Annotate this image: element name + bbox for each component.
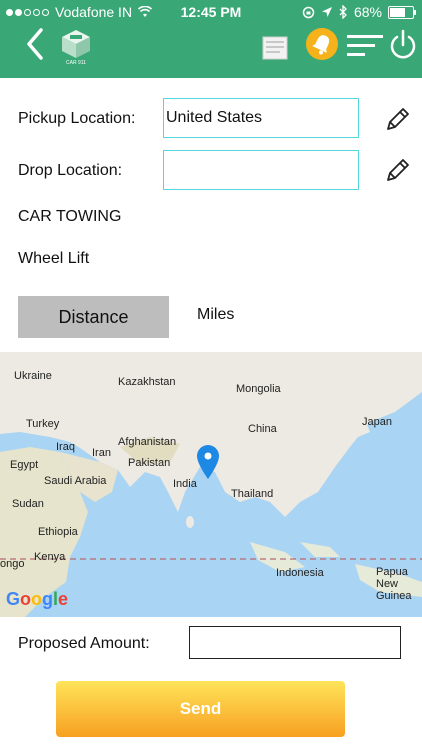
drop-label: Drop Location: xyxy=(18,162,123,179)
nav-bar: CAR 911 xyxy=(0,24,422,78)
map-label-sudan: Sudan xyxy=(12,498,44,510)
menu-lines-icon[interactable] xyxy=(347,32,383,60)
rotation-lock-icon xyxy=(302,6,315,18)
map-label-thailand: Thailand xyxy=(231,488,274,500)
map-label-congo: ongo xyxy=(0,558,25,570)
power-icon[interactable] xyxy=(388,28,418,64)
map-label-afghanistan: Afghanistan xyxy=(118,436,177,448)
map-label-mongolia: Mongolia xyxy=(236,383,281,395)
pickup-location-field[interactable]: United States xyxy=(163,98,359,138)
proposed-amount-label: Proposed Amount: xyxy=(18,635,150,652)
logo-icon xyxy=(62,30,90,58)
back-chevron-icon[interactable] xyxy=(20,24,50,68)
pickup-label: Pickup Location: xyxy=(18,110,136,127)
service-type: CAR TOWING xyxy=(18,208,122,225)
map-label-egypt: Egypt xyxy=(10,459,39,471)
map-label-turkey: Turkey xyxy=(26,418,60,430)
edit-drop-pencil-icon[interactable] xyxy=(384,156,412,184)
map-label-kazakhstan: Kazakhstan xyxy=(118,376,176,388)
status-right: 68% xyxy=(302,4,416,20)
map-label-papua-new-guinea: Papua New Guinea xyxy=(376,566,412,602)
battery-percent: 68% xyxy=(353,4,382,20)
status-bar: Vodafone IN 12:45 PM 68% xyxy=(0,0,422,24)
map-label-japan: Japan xyxy=(362,416,392,428)
location-arrow-icon xyxy=(321,7,332,17)
drop-location-field[interactable] xyxy=(163,150,359,190)
bluetooth-icon xyxy=(339,5,347,19)
map-label-india: India xyxy=(173,478,197,490)
document-icon[interactable] xyxy=(262,36,288,60)
map-label-ukraine: Ukraine xyxy=(14,370,52,382)
map-label-pakistan: Pakistan xyxy=(128,457,171,469)
map-label-kenya: Kenya xyxy=(34,551,66,563)
send-button[interactable]: Send xyxy=(56,681,345,737)
map-label-china: China xyxy=(248,423,277,435)
edit-pickup-pencil-icon[interactable] xyxy=(384,105,412,133)
google-attribution: Google xyxy=(6,589,69,609)
notification-bell-icon[interactable] xyxy=(305,27,339,61)
map-label-iran: Iran xyxy=(92,447,111,459)
tow-type: Wheel Lift xyxy=(18,250,90,267)
map-view[interactable]: Ukraine Kazakhstan Mongolia Turkey Afgha… xyxy=(0,352,422,617)
map-location-pin-icon[interactable] xyxy=(196,444,220,480)
battery-icon xyxy=(388,5,416,19)
distance-button[interactable]: Distance xyxy=(18,296,169,338)
app-logo: CAR 911 xyxy=(58,28,94,68)
proposed-amount-input[interactable] xyxy=(189,626,401,659)
app-header: Vodafone IN 12:45 PM 68% CAR 911 xyxy=(0,0,422,78)
map-label-iraq: Iraq xyxy=(56,441,75,453)
map-label-indonesia: Indonesia xyxy=(276,567,324,579)
logo-text: CAR 911 xyxy=(66,60,86,66)
map-label-ethiopia: Ethiopia xyxy=(38,526,78,538)
distance-value: Miles xyxy=(197,306,235,323)
map-label-saudi-arabia: Saudi Arabia xyxy=(44,475,107,487)
